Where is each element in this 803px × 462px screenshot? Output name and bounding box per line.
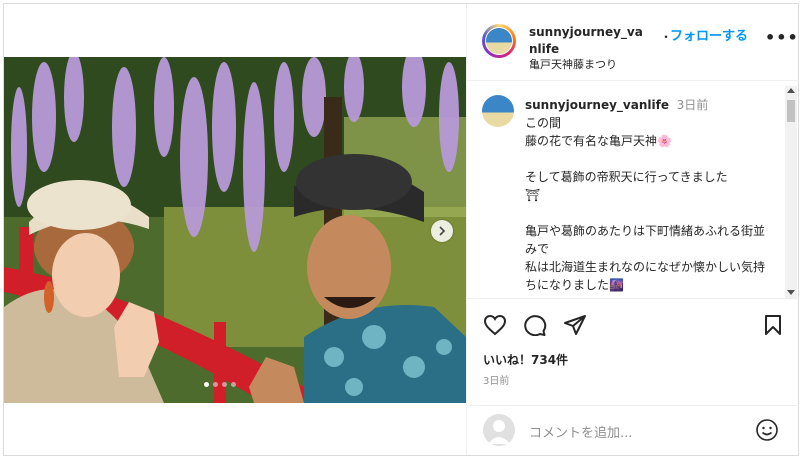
- post-media: [4, 4, 466, 455]
- comment-input[interactable]: コメントを追加...: [529, 422, 632, 441]
- chevron-right-icon: [439, 226, 446, 236]
- scroll-down-icon[interactable]: [787, 290, 795, 295]
- photo-illustration: [4, 57, 466, 403]
- caption-text: sunnyjourney_vanlife 3日前 この間 藤の花で有名な亀戸天神…: [525, 96, 765, 294]
- post-sidebar: sunnyjourney_vanlife ・ フォローする ••• 亀戸天神藤ま…: [466, 4, 799, 455]
- location-link[interactable]: 亀戸天神藤まつり: [529, 56, 617, 72]
- comment-icon[interactable]: [523, 314, 547, 336]
- share-icon[interactable]: [563, 314, 587, 336]
- next-photo-button[interactable]: [431, 220, 453, 242]
- emoji-icon[interactable]: [755, 418, 779, 442]
- caption-area: sunnyjourney_vanlife 3日前 この間 藤の花で有名な亀戸天神…: [467, 81, 799, 297]
- carousel-dot: [204, 382, 209, 387]
- carousel-dot: [222, 382, 227, 387]
- post-embed: sunnyjourney_vanlife ・ フォローする ••• 亀戸天神藤ま…: [3, 3, 799, 456]
- caption-time: 3日前: [676, 98, 709, 112]
- bookmark-icon[interactable]: [763, 314, 783, 336]
- comment-bar: コメントを追加...: [467, 405, 799, 456]
- caption-username[interactable]: sunnyjourney_vanlife: [525, 98, 669, 112]
- heart-icon[interactable]: [483, 314, 507, 336]
- caption-body: この間 藤の花で有名な亀戸天神🌸 そして葛飾の帝釈天に行ってきました ⛩ 亀戸や…: [525, 116, 766, 292]
- username-link[interactable]: sunnyjourney_vanlife: [529, 24, 649, 58]
- caption-scrollbar[interactable]: [785, 86, 797, 298]
- follow-button[interactable]: フォローする: [670, 25, 748, 44]
- more-options-button[interactable]: •••: [765, 28, 799, 47]
- post-photo[interactable]: [4, 57, 466, 403]
- scroll-thumb[interactable]: [787, 100, 795, 122]
- scroll-up-icon[interactable]: [787, 88, 795, 93]
- user-avatar: [483, 414, 515, 446]
- avatar[interactable]: [482, 24, 516, 58]
- post-header: sunnyjourney_vanlife ・ フォローする ••• 亀戸天神藤ま…: [467, 4, 799, 81]
- carousel-dot: [231, 382, 236, 387]
- likes-count[interactable]: いいね！734件: [483, 351, 568, 368]
- carousel-indicator: [204, 382, 236, 387]
- carousel-dot: [213, 382, 218, 387]
- caption-avatar[interactable]: [482, 95, 514, 127]
- post-timestamp[interactable]: 3日前: [483, 372, 509, 387]
- default-avatar-icon: [488, 420, 510, 444]
- action-bar: いいね！734件 3日前: [467, 298, 799, 407]
